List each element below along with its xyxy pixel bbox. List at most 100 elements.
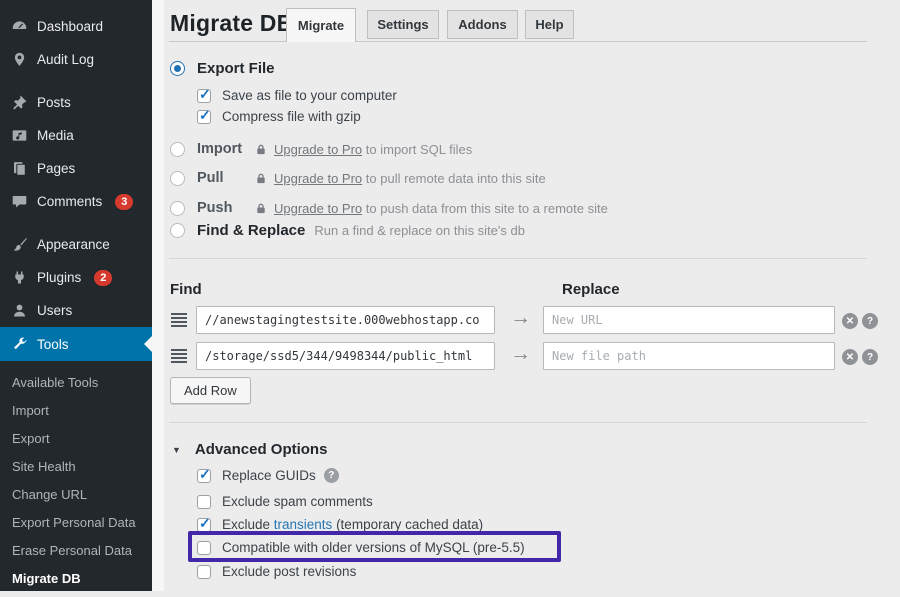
submenu-item-import[interactable]: Import	[0, 397, 152, 425]
help-icon[interactable]: ?	[862, 313, 878, 329]
tab-help[interactable]: Help	[525, 10, 574, 39]
upgrade-to-pro-link[interactable]: Upgrade to Pro	[274, 142, 362, 157]
save-as-file-checkbox[interactable]	[197, 89, 211, 103]
find-replace-description: Run a find & replace on this site's db	[314, 223, 525, 238]
arrow-right-icon: →	[510, 306, 531, 330]
lock-icon	[255, 202, 267, 215]
pull-radio[interactable]	[170, 171, 185, 186]
save-as-file-label: Save as file to your computer	[222, 88, 397, 103]
pages-icon	[10, 160, 28, 178]
import-option: Import Upgrade to Pro to import SQL file…	[170, 141, 472, 157]
tabs-bottom-border	[169, 41, 867, 42]
find-input[interactable]	[196, 306, 495, 334]
advanced-options-title: Advanced Options	[195, 441, 328, 458]
sidebar-item-label: Pages	[37, 161, 75, 176]
replace-input[interactable]	[543, 306, 835, 334]
sidebar-item-label: Dashboard	[37, 19, 103, 34]
push-radio[interactable]	[170, 201, 185, 216]
mysql-compat-checkbox[interactable]	[197, 541, 211, 555]
submenu-item-migrate-db[interactable]: Migrate DB	[0, 565, 152, 593]
submenu-item-available-tools[interactable]: Available Tools	[0, 369, 152, 397]
exclude-revisions-label: Exclude post revisions	[222, 564, 356, 579]
help-icon[interactable]: ?	[862, 349, 878, 365]
submenu-item-change-url[interactable]: Change URL	[0, 481, 152, 509]
sidebar-item-pages[interactable]: Pages	[0, 152, 152, 185]
sidebar-item-comments[interactable]: Comments 3	[0, 185, 152, 218]
dashboard-icon	[10, 18, 28, 36]
help-icon[interactable]: ?	[324, 468, 339, 483]
gzip-row: Compress file with gzip	[197, 109, 361, 124]
sidebar-item-label: Tools	[37, 337, 69, 352]
import-pro-description: to import SQL files	[362, 142, 472, 157]
pull-option: Pull Upgrade to Pro to pull remote data …	[170, 170, 546, 186]
exclude-revisions-checkbox[interactable]	[197, 565, 211, 579]
sidebar-separator	[0, 76, 152, 86]
upgrade-to-pro-link[interactable]: Upgrade to Pro	[274, 171, 362, 186]
import-label: Import	[197, 141, 255, 157]
admin-sidebar: Dashboard Audit Log Posts Media Pages Co…	[0, 0, 152, 591]
sidebar-item-label: Audit Log	[37, 52, 94, 67]
find-column-header: Find	[170, 281, 202, 298]
submenu-item-erase-personal-data[interactable]: Erase Personal Data	[0, 537, 152, 565]
tab-addons[interactable]: Addons	[447, 10, 518, 39]
exclude-spam-row: Exclude spam comments	[197, 494, 373, 509]
find-input[interactable]	[196, 342, 495, 370]
sidebar-item-plugins[interactable]: Plugins 2	[0, 261, 152, 294]
migrate-db-page: Migrate DB Migrate Settings Addons Help …	[164, 0, 900, 591]
sidebar-item-label: Plugins	[37, 270, 81, 285]
find-replace-label: Find & Replace	[197, 222, 305, 239]
plugins-count-badge: 2	[94, 270, 112, 286]
sidebar-item-label: Users	[37, 303, 72, 318]
sidebar-item-label: Media	[37, 128, 74, 143]
exclude-spam-label: Exclude spam comments	[222, 494, 373, 509]
mysql-compat-label: Compatible with older versions of MySQL …	[222, 540, 525, 555]
exclude-spam-checkbox[interactable]	[197, 495, 211, 509]
find-replace-option: Find & Replace Run a find & replace on t…	[170, 222, 525, 239]
replace-guids-label: Replace GUIDs	[222, 468, 316, 483]
sidebar-item-tools[interactable]: Tools	[0, 327, 152, 361]
transients-link[interactable]: transients	[274, 517, 333, 532]
sidebar-item-media[interactable]: Media	[0, 119, 152, 152]
page-title: Migrate DB	[170, 10, 293, 37]
replace-guids-checkbox[interactable]	[197, 469, 211, 483]
sidebar-item-posts[interactable]: Posts	[0, 86, 152, 119]
add-row-button[interactable]: Add Row	[170, 377, 251, 404]
arrow-right-icon: →	[510, 342, 531, 366]
replace-guids-row: Replace GUIDs ?	[197, 468, 339, 483]
submenu-item-export-personal-data[interactable]: Export Personal Data	[0, 509, 152, 537]
export-file-label: Export File	[197, 60, 275, 77]
import-radio[interactable]	[170, 142, 185, 157]
comments-count-badge: 3	[115, 194, 133, 210]
pull-label: Pull	[197, 170, 255, 186]
media-icon	[10, 127, 28, 145]
export-file-radio[interactable]	[170, 61, 185, 76]
sidebar-item-users[interactable]: Users	[0, 294, 152, 327]
advanced-options-toggle[interactable]: ▼ Advanced Options	[172, 441, 327, 458]
sidebar-item-audit-log[interactable]: Audit Log	[0, 43, 152, 76]
audit-log-icon	[10, 51, 28, 69]
section-divider	[169, 258, 867, 259]
find-replace-radio[interactable]	[170, 223, 185, 238]
drag-handle-icon[interactable]	[170, 347, 188, 365]
mysql-compat-row: Compatible with older versions of MySQL …	[197, 540, 525, 555]
exclude-transients-row: Exclude transients (temporary cached dat…	[197, 517, 483, 532]
sidebar-item-label: Posts	[37, 95, 71, 110]
exclude-revisions-row: Exclude post revisions	[197, 564, 356, 579]
exclude-transients-checkbox[interactable]	[197, 518, 211, 532]
sidebar-item-dashboard[interactable]: Dashboard	[0, 10, 152, 43]
tab-settings[interactable]: Settings	[367, 10, 439, 39]
replace-input[interactable]	[543, 342, 835, 370]
tab-migrate[interactable]: Migrate	[286, 8, 356, 42]
submenu-item-site-health[interactable]: Site Health	[0, 453, 152, 481]
save-as-file-row: Save as file to your computer	[197, 88, 397, 103]
submenu-item-export[interactable]: Export	[0, 425, 152, 453]
sidebar-item-label: Appearance	[37, 237, 110, 252]
upgrade-to-pro-link[interactable]: Upgrade to Pro	[274, 201, 362, 216]
remove-row-icon[interactable]: ✕	[842, 349, 858, 365]
find-replace-row: → ✕ ?	[170, 306, 882, 334]
drag-handle-icon[interactable]	[170, 311, 188, 329]
gzip-checkbox[interactable]	[197, 110, 211, 124]
sidebar-item-appearance[interactable]: Appearance	[0, 228, 152, 261]
remove-row-icon[interactable]: ✕	[842, 313, 858, 329]
exclude-transients-label: Exclude transients (temporary cached dat…	[222, 517, 483, 532]
